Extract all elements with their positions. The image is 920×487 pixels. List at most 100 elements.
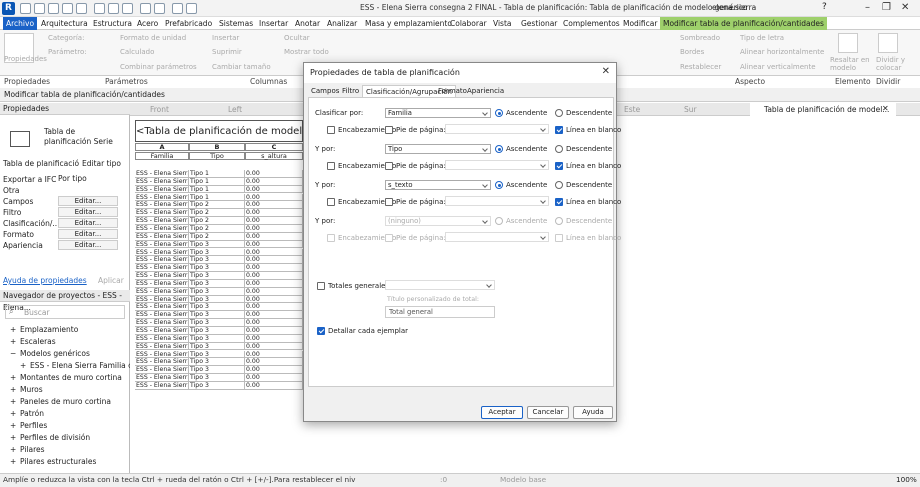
expand-icon[interactable]: + xyxy=(10,325,16,334)
table-cell[interactable]: Tipo 2 xyxy=(189,232,245,241)
cancel-button[interactable]: Cancelar xyxy=(527,406,569,419)
tab-insertar[interactable]: Insertar xyxy=(256,17,291,30)
text-icon[interactable] xyxy=(140,3,151,14)
ascending-radio[interactable] xyxy=(495,181,503,189)
table-cell[interactable]: Tipo 3 xyxy=(189,334,245,343)
itemize-checkbox[interactable] xyxy=(317,327,325,335)
user-name[interactable]: elena.sierra xyxy=(712,3,756,12)
column-letter[interactable]: B xyxy=(189,143,245,151)
table-cell[interactable]: 0.00 xyxy=(245,350,303,359)
expand-icon[interactable]: + xyxy=(10,373,16,382)
edit-type-button[interactable]: Editar tipo xyxy=(82,159,121,168)
descending-radio[interactable] xyxy=(555,217,563,225)
table-cell[interactable]: ESS - Elena Sierra xyxy=(135,374,189,382)
ok-button[interactable]: Aceptar xyxy=(481,406,523,419)
edit-button[interactable]: Editar... xyxy=(58,207,118,217)
close-tab-icon[interactable]: ✕ xyxy=(882,104,889,113)
align-h-button[interactable]: Alinear horizontalmente xyxy=(740,48,824,56)
table-cell[interactable]: Tipo 3 xyxy=(189,366,245,375)
table-cell[interactable]: 0.00 xyxy=(245,334,303,343)
table-cell[interactable]: Tipo 3 xyxy=(189,381,245,390)
table-cell[interactable]: ESS - Elena Sierra xyxy=(135,185,189,194)
footer-checkbox[interactable] xyxy=(385,162,393,170)
ascending-radio[interactable] xyxy=(495,145,503,153)
print-icon[interactable] xyxy=(94,3,105,14)
expand-icon[interactable]: + xyxy=(10,457,16,466)
table-cell[interactable]: Tipo 3 xyxy=(189,248,245,257)
table-cell[interactable]: 0.00 xyxy=(245,319,303,327)
table-cell[interactable]: Tipo 1 xyxy=(189,193,245,202)
table-cell[interactable]: 0.00 xyxy=(245,287,303,296)
tab-filtro[interactable]: Filtro xyxy=(339,85,362,97)
descending-radio[interactable] xyxy=(555,145,563,153)
grand-totals-select[interactable] xyxy=(385,280,495,290)
sort-field-select[interactable]: Tipo xyxy=(385,144,491,154)
dimension-icon[interactable] xyxy=(122,3,133,14)
table-cell[interactable]: Tipo 3 xyxy=(189,358,245,367)
table-cell[interactable]: 0.00 xyxy=(245,342,303,351)
column-header[interactable]: s_altura xyxy=(245,152,303,160)
tree-item[interactable]: Escaleras xyxy=(20,337,56,346)
table-cell[interactable]: Tipo 3 xyxy=(189,287,245,296)
header-checkbox[interactable] xyxy=(327,234,335,242)
tab-apariencia[interactable]: Apariencia xyxy=(464,85,507,97)
tab-masa[interactable]: Masa y emplazamiento xyxy=(362,17,455,30)
table-cell[interactable]: 0.00 xyxy=(245,193,303,202)
expand-icon[interactable]: + xyxy=(10,397,16,406)
tab-left[interactable]: Left xyxy=(214,103,242,116)
tab-anotar[interactable]: Anotar xyxy=(292,17,323,30)
ascending-radio[interactable] xyxy=(495,217,503,225)
table-cell[interactable]: 0.00 xyxy=(245,311,303,320)
tab-vista[interactable]: Vista xyxy=(490,17,515,30)
table-cell[interactable]: Tipo 3 xyxy=(189,240,245,249)
expand-icon[interactable]: + xyxy=(10,337,16,346)
blank-line-checkbox[interactable] xyxy=(555,162,563,170)
table-cell[interactable]: 0.00 xyxy=(245,209,303,218)
expand-icon[interactable]: + xyxy=(20,361,26,370)
tab-gestionar[interactable]: Gestionar xyxy=(518,17,560,30)
header-checkbox[interactable] xyxy=(327,162,335,170)
sort-field-select[interactable]: Familia xyxy=(385,108,491,118)
column-header[interactable]: Familia xyxy=(135,152,189,160)
type-selector[interactable]: Tabla de planificació xyxy=(3,159,79,168)
table-cell[interactable]: Tipo 3 xyxy=(189,279,245,288)
split-place-icon[interactable] xyxy=(878,33,898,53)
blank-line-checkbox[interactable] xyxy=(555,198,563,206)
footer-checkbox[interactable] xyxy=(385,126,393,134)
table-cell[interactable]: Tipo 2 xyxy=(189,201,245,210)
footer-select[interactable] xyxy=(445,196,549,206)
table-cell[interactable]: ESS - Elena Sierra xyxy=(135,334,189,343)
table-cell[interactable]: ESS - Elena Sierra xyxy=(135,311,189,320)
tab-prefabricado[interactable]: Prefabricado xyxy=(162,17,215,30)
tab-acero[interactable]: Acero xyxy=(134,17,161,30)
table-cell[interactable]: Tipo 2 xyxy=(189,224,245,233)
help-button[interactable]: Ayuda xyxy=(573,406,613,419)
footer-select[interactable] xyxy=(445,160,549,170)
footer-checkbox[interactable] xyxy=(385,234,393,242)
table-cell[interactable]: 0.00 xyxy=(245,217,303,225)
table-cell[interactable]: Tipo 3 xyxy=(189,319,245,327)
table-cell[interactable]: ESS - Elena Sierra xyxy=(135,295,189,304)
expand-icon[interactable]: + xyxy=(10,421,16,430)
table-cell[interactable]: 0.00 xyxy=(245,185,303,194)
footer-select[interactable] xyxy=(445,124,549,134)
table-cell[interactable]: 0.00 xyxy=(245,279,303,288)
shading-button[interactable]: Sombreado xyxy=(680,34,720,42)
expand-icon[interactable]: + xyxy=(10,385,16,394)
tab-estructura[interactable]: Estructura xyxy=(90,17,135,30)
delete-column-button[interactable]: Suprimir xyxy=(212,48,242,56)
save-icon[interactable] xyxy=(34,3,45,14)
table-cell[interactable]: ESS - Elena Sierra xyxy=(135,170,189,178)
3d-view-icon[interactable] xyxy=(154,3,165,14)
table-cell[interactable]: Tipo 3 xyxy=(189,272,245,280)
table-cell[interactable]: ESS - Elena Sierra xyxy=(135,201,189,210)
expand-icon[interactable]: + xyxy=(10,433,16,442)
tab-schedule[interactable]: Tabla de planificación de model... xyxy=(750,103,896,116)
tab-front[interactable]: Front xyxy=(136,103,169,116)
table-cell[interactable]: Tipo 3 xyxy=(189,350,245,359)
table-cell[interactable]: Tipo 3 xyxy=(189,264,245,272)
table-cell[interactable]: 0.00 xyxy=(245,232,303,241)
tab-complementos[interactable]: Complementos xyxy=(560,17,623,30)
tree-item[interactable]: ESS - Elena Sierra Familia cc xyxy=(30,361,130,370)
table-cell[interactable]: Tipo 1 xyxy=(189,170,245,178)
